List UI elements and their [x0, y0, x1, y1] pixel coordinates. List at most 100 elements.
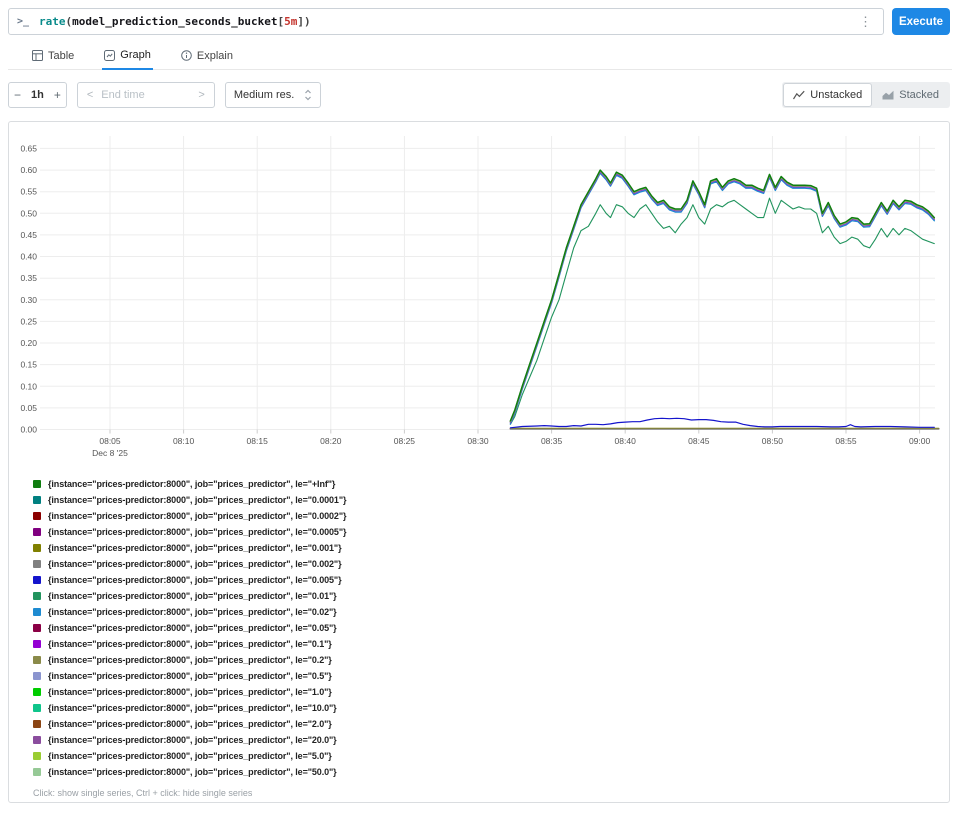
- chart-svg[interactable]: 0.000.050.100.150.200.250.300.350.400.45…: [9, 122, 948, 467]
- series-color-swatch: [33, 672, 41, 680]
- end-time-back-icon[interactable]: <: [87, 89, 93, 101]
- info-icon: [181, 50, 192, 61]
- series-color-swatch: [33, 592, 41, 600]
- series-line: [510, 171, 934, 422]
- legend-item[interactable]: {instance="prices-predictor:8000", job="…: [33, 748, 949, 764]
- series-color-swatch: [33, 560, 41, 568]
- legend-item-label: {instance="prices-predictor:8000", job="…: [48, 527, 346, 537]
- y-tick-label: 0.55: [20, 187, 37, 197]
- range-decrease-button[interactable]: −: [9, 88, 26, 102]
- query-bar: >_ rate(model_prediction_seconds_bucket[…: [8, 8, 950, 35]
- graph-icon: [104, 50, 115, 61]
- legend-item[interactable]: {instance="prices-predictor:8000", job="…: [33, 556, 949, 572]
- execute-button[interactable]: Execute: [892, 8, 950, 35]
- unstacked-line-icon: [793, 90, 805, 100]
- query-duration-token: 5m: [284, 15, 297, 28]
- series-line: [510, 171, 934, 422]
- query-bracket-close: ]: [297, 15, 304, 28]
- tab-table[interactable]: Table: [30, 45, 76, 69]
- console-prompt-icon: >_: [17, 16, 29, 27]
- series-color-swatch: [33, 640, 41, 648]
- range-increase-button[interactable]: +: [49, 88, 66, 102]
- series-color-swatch: [33, 624, 41, 632]
- query-input[interactable]: >_ rate(model_prediction_seconds_bucket[…: [8, 8, 884, 35]
- legend-item[interactable]: {instance="prices-predictor:8000", job="…: [33, 716, 949, 732]
- y-tick-label: 0.45: [20, 230, 37, 240]
- series-line: [510, 170, 934, 421]
- time-series-chart[interactable]: 0.000.050.100.150.200.250.300.350.400.45…: [9, 122, 949, 467]
- legend-item[interactable]: {instance="prices-predictor:8000", job="…: [33, 572, 949, 588]
- y-tick-label: 0.20: [20, 338, 37, 348]
- legend-item-label: {instance="prices-predictor:8000", job="…: [48, 639, 332, 649]
- legend-item[interactable]: {instance="prices-predictor:8000", job="…: [33, 636, 949, 652]
- series-color-swatch: [33, 768, 41, 776]
- legend-item[interactable]: {instance="prices-predictor:8000", job="…: [33, 524, 949, 540]
- series-line: [510, 171, 934, 422]
- series-line: [510, 171, 934, 422]
- select-updown-icon: [304, 89, 312, 101]
- query-expression[interactable]: rate(model_prediction_seconds_bucket[5m]…: [39, 15, 856, 28]
- series-color-swatch: [33, 688, 41, 696]
- series-line: [510, 171, 934, 422]
- resolution-select[interactable]: Medium res.: [225, 82, 321, 108]
- y-tick-label: 0.25: [20, 316, 37, 326]
- legend-item[interactable]: {instance="prices-predictor:8000", job="…: [33, 604, 949, 620]
- legend-item-label: {instance="prices-predictor:8000", job="…: [48, 671, 332, 681]
- query-options-kebab-icon[interactable]: ⋮: [856, 15, 875, 28]
- legend-item[interactable]: {instance="prices-predictor:8000", job="…: [33, 684, 949, 700]
- y-tick-label: 0.35: [20, 273, 37, 283]
- series-line: [510, 171, 934, 422]
- unstacked-button[interactable]: Unstacked: [783, 83, 872, 107]
- x-tick-label: 09:00: [909, 436, 931, 446]
- y-tick-label: 0.60: [20, 165, 37, 175]
- legend-item[interactable]: {instance="prices-predictor:8000", job="…: [33, 620, 949, 636]
- graph-controls: − 1h + < End time > Medium res. Unstacke…: [8, 82, 950, 108]
- graph-panel: 0.000.050.100.150.200.250.300.350.400.45…: [8, 121, 950, 803]
- stacked-button[interactable]: Stacked: [872, 83, 949, 107]
- legend-item-label: {instance="prices-predictor:8000", job="…: [48, 591, 337, 601]
- end-time-forward-icon[interactable]: >: [198, 89, 204, 101]
- table-icon: [32, 50, 43, 61]
- tab-graph[interactable]: Graph: [102, 45, 153, 70]
- series-color-swatch: [33, 512, 41, 520]
- unstacked-label: Unstacked: [810, 89, 862, 101]
- legend-item[interactable]: {instance="prices-predictor:8000", job="…: [33, 492, 949, 508]
- stacked-label: Stacked: [899, 89, 939, 101]
- series-line: [510, 171, 934, 422]
- legend-item[interactable]: {instance="prices-predictor:8000", job="…: [33, 508, 949, 524]
- legend-item-label: {instance="prices-predictor:8000", job="…: [48, 735, 337, 745]
- legend-item-label: {instance="prices-predictor:8000", job="…: [48, 655, 332, 665]
- stacked-area-icon: [882, 90, 894, 100]
- legend-item-label: {instance="prices-predictor:8000", job="…: [48, 687, 332, 697]
- series-color-swatch: [33, 656, 41, 664]
- series-line: [510, 418, 934, 428]
- panel-tabs: Table Graph Explain: [8, 45, 952, 70]
- range-value[interactable]: 1h: [26, 89, 49, 101]
- tab-explain[interactable]: Explain: [179, 45, 235, 69]
- legend-item[interactable]: {instance="prices-predictor:8000", job="…: [33, 540, 949, 556]
- x-tick-label: 08:25: [394, 436, 416, 446]
- legend-item-label: {instance="prices-predictor:8000", job="…: [48, 575, 341, 585]
- y-tick-label: 0.65: [20, 143, 37, 153]
- legend: {instance="prices-predictor:8000", job="…: [33, 476, 949, 780]
- legend-item-label: {instance="prices-predictor:8000", job="…: [48, 479, 335, 489]
- legend-item[interactable]: {instance="prices-predictor:8000", job="…: [33, 476, 949, 492]
- legend-item[interactable]: {instance="prices-predictor:8000", job="…: [33, 652, 949, 668]
- series-color-swatch: [33, 736, 41, 744]
- series-color-swatch: [33, 496, 41, 504]
- series-color-swatch: [33, 528, 41, 536]
- legend-item[interactable]: {instance="prices-predictor:8000", job="…: [33, 588, 949, 604]
- legend-item-label: {instance="prices-predictor:8000", job="…: [48, 751, 332, 761]
- query-paren-close: ): [304, 15, 311, 28]
- legend-item-label: {instance="prices-predictor:8000", job="…: [48, 623, 337, 633]
- x-tick-label: 08:40: [615, 436, 637, 446]
- query-metric-token: model_prediction_seconds_bucket: [72, 15, 277, 28]
- end-time-picker[interactable]: < End time >: [77, 82, 215, 108]
- legend-item[interactable]: {instance="prices-predictor:8000", job="…: [33, 764, 949, 780]
- legend-item[interactable]: {instance="prices-predictor:8000", job="…: [33, 700, 949, 716]
- tab-graph-label: Graph: [120, 49, 151, 61]
- legend-item[interactable]: {instance="prices-predictor:8000", job="…: [33, 732, 949, 748]
- legend-item[interactable]: {instance="prices-predictor:8000", job="…: [33, 668, 949, 684]
- legend-item-label: {instance="prices-predictor:8000", job="…: [48, 543, 341, 553]
- end-time-input[interactable]: End time: [101, 89, 198, 101]
